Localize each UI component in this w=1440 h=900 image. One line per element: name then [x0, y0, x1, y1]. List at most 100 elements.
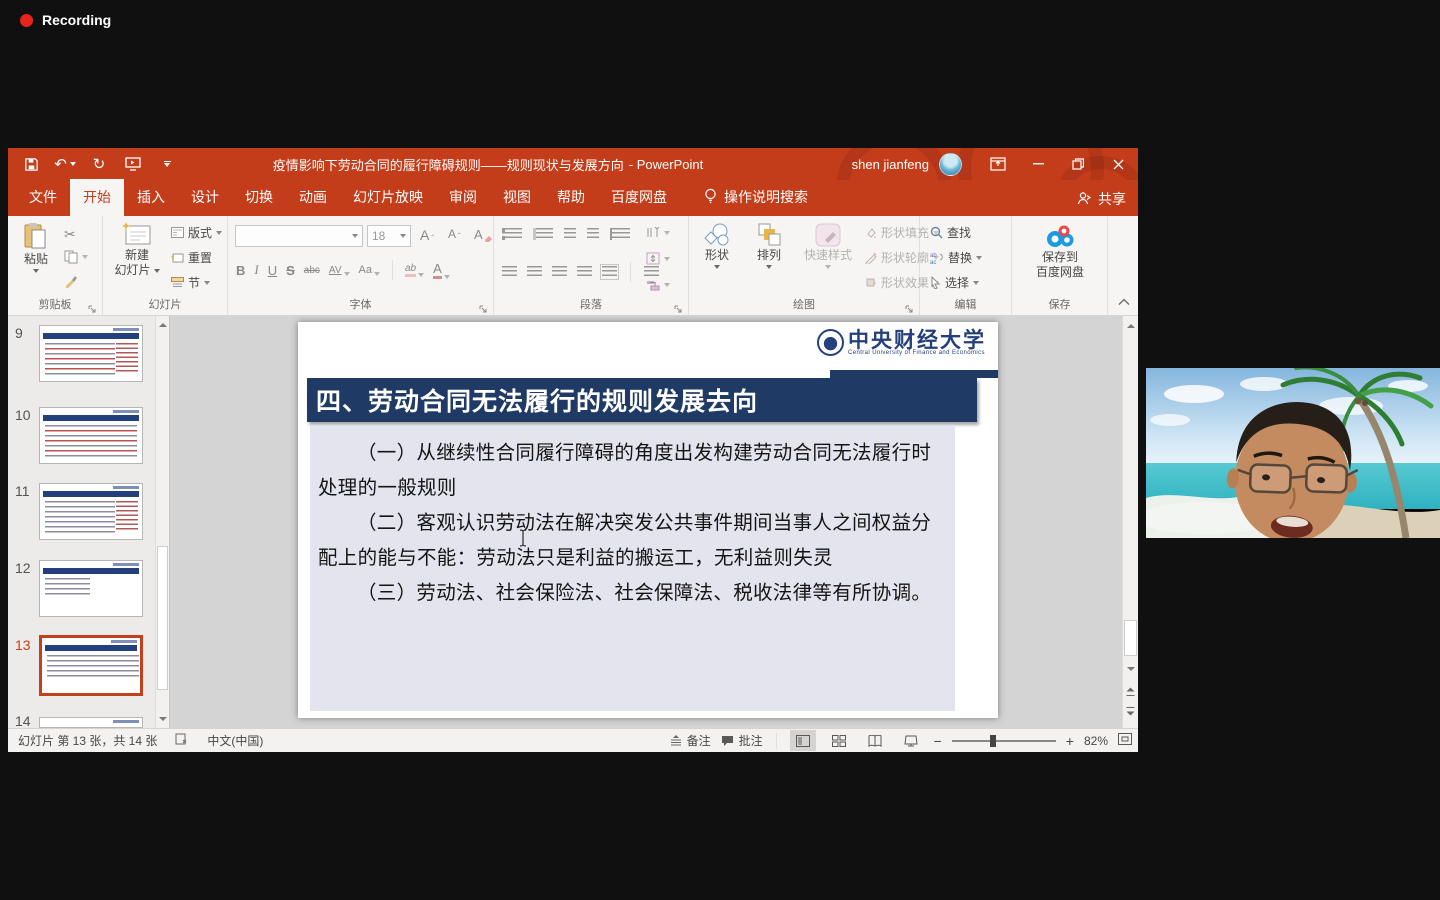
previous-slide-icon[interactable] [1123, 684, 1138, 698]
save-icon[interactable] [22, 155, 40, 173]
copy-button[interactable] [64, 250, 88, 264]
font-name-combo[interactable] [235, 225, 363, 247]
save-to-baidu-button[interactable]: 保存到 百度网盘 [1028, 222, 1092, 280]
tab-slideshow[interactable]: 幻灯片放映 [340, 179, 436, 216]
font-size-combo[interactable]: 18 [367, 225, 411, 247]
underline-button[interactable]: U [268, 263, 277, 278]
distributed-icon[interactable] [602, 266, 617, 278]
italic-button[interactable]: I [254, 262, 258, 278]
comments-button[interactable]: 批注 [721, 732, 763, 749]
select-button[interactable]: 选择 [930, 274, 979, 291]
clear-formatting-button[interactable]: A [474, 227, 493, 242]
reading-view-button[interactable] [862, 730, 888, 751]
tab-home[interactable]: 开始 [70, 179, 124, 216]
drawing-dialog-launcher[interactable] [905, 301, 915, 311]
new-slide-button[interactable]: 新建 幻灯片 [108, 222, 166, 278]
scroll-up-icon[interactable] [156, 317, 169, 331]
thumbnail-slide-13[interactable] [39, 635, 143, 696]
change-case-button[interactable]: Aa [359, 264, 380, 276]
find-button[interactable]: 查找 [930, 224, 971, 241]
font-dialog-launcher[interactable] [479, 301, 489, 311]
user-avatar[interactable] [939, 153, 962, 176]
scroll-down-icon[interactable] [156, 712, 169, 726]
normal-view-button[interactable] [790, 730, 816, 751]
bold-button[interactable]: B [236, 263, 245, 278]
columns-icon[interactable] [644, 266, 659, 278]
scroll-down-icon[interactable] [1123, 662, 1138, 676]
slide-body-textbox[interactable]: （一）从继续性合同履行障碍的角度出发构建劳动合同无法履行时处理的一般规则 （二）… [310, 426, 955, 711]
thumbnail-slide-14[interactable] [39, 717, 143, 728]
grow-font-button[interactable]: Aˆ [420, 227, 434, 243]
next-slide-icon[interactable] [1123, 704, 1138, 718]
start-slideshow-icon[interactable] [124, 155, 142, 173]
webcam-video[interactable] [1146, 368, 1440, 538]
accessibility-check-icon[interactable] [175, 733, 189, 748]
close-button[interactable] [1098, 148, 1138, 180]
format-painter-button[interactable] [64, 274, 78, 288]
cut-button[interactable]: ✂ [64, 226, 76, 243]
thumbnail-scrollbar[interactable] [155, 316, 169, 728]
layout-button[interactable]: 版式 [171, 224, 222, 241]
tell-me-search[interactable]: 操作说明搜索 [694, 179, 818, 216]
strikethrough-button[interactable]: S [286, 263, 295, 278]
title-bar[interactable]: ↶ ↻ 疫情影响下劳动合同的履行障碍规则——规则现状与发展方向 - PowerP… [8, 148, 1138, 180]
justify-icon[interactable] [577, 266, 592, 278]
tab-help[interactable]: 帮助 [544, 179, 598, 216]
line-spacing-icon[interactable] [610, 228, 630, 240]
zoom-level[interactable]: 82% [1084, 734, 1108, 748]
bullets-icon[interactable] [502, 228, 522, 240]
clipboard-dialog-launcher[interactable] [88, 301, 98, 311]
replace-button[interactable]: abac 替换 [930, 249, 982, 266]
slide-title[interactable]: 四、劳动合同无法履行的规则发展去向 [307, 378, 977, 422]
text-shadow-button[interactable]: abc [304, 265, 320, 276]
section-button[interactable]: 节 [171, 274, 210, 291]
ribbon-display-options-icon[interactable] [978, 148, 1018, 180]
increase-indent-icon[interactable] [587, 228, 599, 240]
paragraph-dialog-launcher[interactable] [674, 301, 684, 311]
undo-icon[interactable]: ↶ [56, 155, 74, 173]
main-scrollbar-thumb[interactable] [1124, 620, 1137, 656]
collapse-ribbon-button[interactable] [1118, 293, 1130, 311]
shapes-button[interactable]: 形状 [693, 222, 741, 269]
smartart-button[interactable] [646, 278, 670, 291]
tab-design[interactable]: 设计 [178, 179, 232, 216]
tab-insert[interactable]: 插入 [124, 179, 178, 216]
thumbnail-slide-10[interactable] [39, 407, 143, 464]
thumbnail-slide-12[interactable] [39, 560, 143, 617]
scroll-up-icon[interactable] [1123, 318, 1138, 332]
thumbnail-scrollbar-thumb[interactable] [157, 546, 168, 690]
zoom-out-button[interactable]: − [934, 733, 942, 749]
customize-qat-icon[interactable] [158, 155, 176, 173]
main-scrollbar[interactable] [1122, 316, 1138, 728]
align-left-icon[interactable] [502, 266, 517, 278]
arrange-button[interactable]: 排列 [745, 222, 793, 269]
slide-canvas[interactable]: 中央财经大学 Central University of Finance and… [298, 322, 998, 718]
share-button[interactable]: 共享 [1077, 189, 1126, 209]
slide-counter[interactable]: 幻灯片 第 13 张，共 14 张 [18, 732, 157, 749]
zoom-slider[interactable] [952, 740, 1056, 742]
fit-to-window-icon[interactable] [1118, 733, 1132, 748]
shrink-font-button[interactable]: Aˇ [448, 227, 461, 241]
zoom-in-button[interactable]: + [1066, 733, 1074, 749]
character-spacing-button[interactable]: AV [329, 265, 350, 276]
slide-sorter-view-button[interactable] [826, 730, 852, 751]
tab-animations[interactable]: 动画 [286, 179, 340, 216]
align-right-icon[interactable] [552, 266, 567, 278]
slideshow-view-button[interactable] [898, 730, 924, 751]
numbering-icon[interactable] [533, 228, 553, 240]
font-color-button[interactable]: A [433, 261, 450, 279]
thumbnail-slide-9[interactable] [39, 325, 143, 382]
decrease-indent-icon[interactable] [564, 228, 576, 240]
highlight-color-button[interactable]: ab [405, 263, 424, 277]
tab-baidu-netdisk[interactable]: 百度网盘 [598, 179, 680, 216]
language-indicator[interactable]: 中文(中国) [207, 732, 263, 749]
reset-button[interactable]: 重置 [171, 249, 212, 266]
text-direction-button[interactable] [646, 226, 670, 239]
paste-button[interactable]: 粘贴 [14, 222, 58, 273]
tab-file[interactable]: 文件 [16, 179, 70, 216]
tab-view[interactable]: 视图 [490, 179, 544, 216]
restore-button[interactable] [1058, 148, 1098, 180]
tab-transitions[interactable]: 切换 [232, 179, 286, 216]
redo-icon[interactable]: ↻ [90, 155, 108, 173]
notes-button[interactable]: 备注 [670, 732, 711, 749]
